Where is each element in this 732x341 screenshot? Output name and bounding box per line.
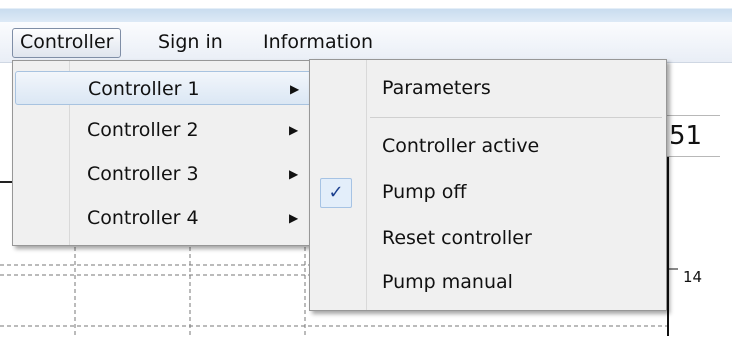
submenu-arrow-icon: ▶ <box>289 167 299 181</box>
menu-item-pump-off[interactable]: ✓ Pump off <box>312 174 662 210</box>
menu-item-label: Pump manual <box>382 271 513 293</box>
controller-1-submenu: Parameters Controller active ✓ Pump off … <box>309 59 667 311</box>
menu-separator <box>370 117 662 118</box>
menu-item-label: Controller 3 <box>87 163 199 185</box>
menu-item-label: Reset controller <box>382 227 532 249</box>
menu-sign-in[interactable]: Sign in <box>151 28 230 56</box>
menu-item-controller-1[interactable]: Controller 1 ▶ <box>15 71 312 105</box>
axis-tick-label: 14 <box>683 268 703 286</box>
submenu-arrow-icon: ▶ <box>289 211 299 225</box>
menu-item-controller-4[interactable]: Controller 4 ▶ <box>15 201 312 235</box>
menu-item-label: Controller active <box>382 135 540 157</box>
submenu-arrow-icon: ▶ <box>290 82 300 96</box>
controller-dropdown: Controller 1 ▶ Controller 2 ▶ Controller… <box>12 60 317 246</box>
menu-item-controller-3[interactable]: Controller 3 ▶ <box>15 157 312 191</box>
menu-item-reset-controller[interactable]: Reset controller <box>312 220 662 256</box>
window-title-strip <box>0 0 732 22</box>
menu-item-label: Controller 2 <box>87 119 199 141</box>
menu-information[interactable]: Information <box>256 28 380 56</box>
menu-item-label: Controller 4 <box>87 207 199 229</box>
menu-item-pump-manual[interactable]: Pump manual <box>312 264 662 300</box>
checkmark-icon: ✓ <box>320 178 352 208</box>
submenu-arrow-icon: ▶ <box>289 123 299 137</box>
menu-item-label: Parameters <box>382 77 491 99</box>
menu-item-label: Controller 1 <box>88 78 200 100</box>
menu-controller[interactable]: Controller <box>12 28 122 58</box>
menu-item-parameters[interactable]: Parameters <box>312 70 662 106</box>
menu-bar: Controller Sign in Information <box>0 22 732 63</box>
menu-item-controller-active[interactable]: Controller active <box>312 128 662 164</box>
menu-item-controller-2[interactable]: Controller 2 ▶ <box>15 113 312 147</box>
menu-item-label: Pump off <box>382 181 467 203</box>
